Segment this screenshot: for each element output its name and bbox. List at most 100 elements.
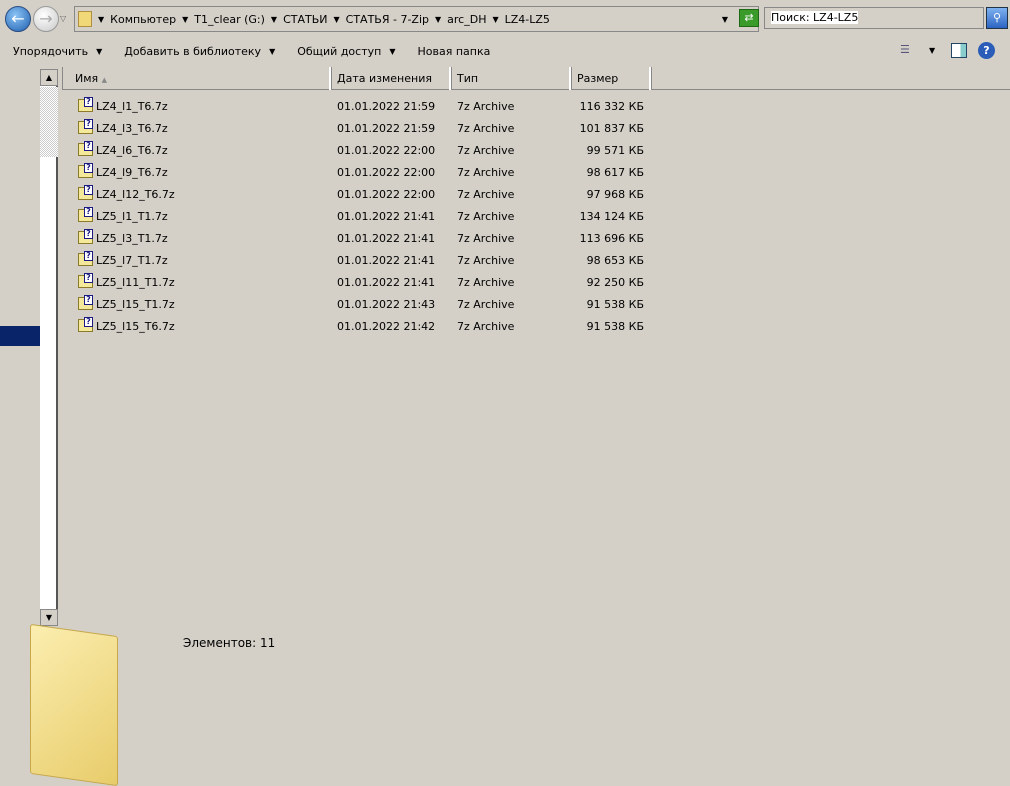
file-date: 01.01.2022 22:00 [337,144,436,157]
breadcrumb-stati[interactable]: СТАТЬИ [283,13,327,26]
address-bar[interactable]: ▼ Компьютер ▼ T1_clear (G:) ▼ СТАТЬИ ▼ СТАТЬ… [74,6,759,32]
file-row[interactable]: ? LZ5_l11_T1.7z 01.01.2022 21:41 7z Arch… [78,273,658,293]
file-name: LZ4_l3_T6.7z [96,122,168,135]
column-header-size[interactable]: Размер [571,67,651,90]
file-size: 99 571 КБ [586,144,644,157]
7z-archive-icon: ? [78,163,93,178]
file-name: LZ5_l15_T6.7z [96,320,175,333]
7z-archive-icon: ? [78,119,93,134]
file-row[interactable]: ? LZ5_l1_T1.7z 01.01.2022 21:41 7z Archi… [78,207,658,227]
file-row[interactable]: ? LZ4_l3_T6.7z 01.01.2022 21:59 7z Archi… [78,119,658,139]
file-date: 01.01.2022 21:42 [337,320,436,333]
file-type: 7z Archive [457,254,515,267]
file-type: 7z Archive [457,320,515,333]
file-name: LZ4_l1_T6.7z [96,100,168,113]
scrollbar-thumb[interactable] [40,87,58,157]
new-folder-label: Новая папка [417,44,491,58]
file-size: 98 617 КБ [586,166,644,179]
add-to-library-button[interactable]: Добавить в библиотеку ▼ [124,45,275,58]
breadcrumb-lz4-lz5[interactable]: LZ4-LZ5 [505,13,550,26]
file-size: 113 696 КБ [579,232,644,245]
folder-icon [78,11,92,27]
search-input[interactable]: Поиск: LZ4-LZ5 [764,7,984,29]
file-name: LZ5_l3_T1.7z [96,232,168,245]
7z-archive-icon: ? [78,273,93,288]
7z-archive-icon: ? [78,141,93,156]
file-row[interactable]: ? LZ4_l9_T6.7z 01.01.2022 22:00 7z Archi… [78,163,658,183]
file-size: 98 653 КБ [586,254,644,267]
folder-large-icon [30,623,118,786]
breadcrumb-statya[interactable]: СТАТЬЯ - 7-Zip [346,13,429,26]
organize-button[interactable]: Упорядочить ▼ [13,45,102,58]
7z-archive-icon: ? [78,229,93,244]
history-dropdown-icon[interactable]: ▽ [60,14,66,23]
forward-button[interactable]: → [33,6,59,32]
file-name: LZ5_l7_T1.7z [96,254,168,267]
back-button[interactable]: ← [5,6,31,32]
file-date: 01.01.2022 21:43 [337,298,436,311]
7z-archive-icon: ? [78,207,93,222]
file-row[interactable]: ? LZ4_l1_T6.7z 01.01.2022 21:59 7z Archi… [78,97,658,117]
sort-ascending-icon: ▲ [101,76,108,84]
column-header-filler [651,67,1010,90]
share-button[interactable]: Общий доступ ▼ [297,45,395,58]
new-folder-button[interactable]: Новая папка [417,45,490,58]
file-type: 7z Archive [457,166,515,179]
file-date: 01.01.2022 21:41 [337,232,436,245]
view-dropdown-icon[interactable]: ▼ [929,46,935,55]
file-size: 101 837 КБ [579,122,644,135]
file-type: 7z Archive [457,122,515,135]
search-icon[interactable]: ⚲ [986,7,1008,29]
file-date: 01.01.2022 21:41 [337,210,436,223]
help-icon[interactable]: ? [978,42,995,59]
file-row[interactable]: ? LZ4_l6_T6.7z 01.01.2022 22:00 7z Archi… [78,141,658,161]
breadcrumb-arc-dh[interactable]: arc_DH [447,13,486,26]
7z-archive-icon: ? [78,251,93,266]
file-row[interactable]: ? LZ4_l12_T6.7z 01.01.2022 22:00 7z Arch… [78,185,658,205]
7z-archive-icon: ? [78,185,93,200]
file-row[interactable]: ? LZ5_l15_T1.7z 01.01.2022 21:43 7z Arch… [78,295,658,315]
column-header-type[interactable]: Тип [451,67,571,90]
scroll-up-button[interactable]: ▲ [40,69,58,86]
7z-archive-icon: ? [78,97,93,112]
file-type: 7z Archive [457,298,515,311]
column-header-date[interactable]: Дата изменения [331,67,451,90]
organize-label: Упорядочить [13,44,89,58]
column-size-label: Размер [577,72,619,85]
file-row[interactable]: ? LZ5_l15_T6.7z 01.01.2022 21:42 7z Arch… [78,317,658,337]
file-date: 01.01.2022 22:00 [337,188,436,201]
file-name: LZ5_l11_T1.7z [96,276,175,289]
breadcrumb-drive[interactable]: T1_clear (G:) [194,13,265,26]
address-dropdown-icon[interactable]: ▼ [722,15,728,24]
file-date: 01.01.2022 22:00 [337,166,436,179]
add-to-library-label: Добавить в библиотеку [124,44,262,58]
file-size: 91 538 КБ [586,298,644,311]
file-type: 7z Archive [457,100,515,113]
file-name: LZ4_l12_T6.7z [96,188,175,201]
file-date: 01.01.2022 21:41 [337,254,436,267]
file-size: 134 124 КБ [579,210,644,223]
file-size: 116 332 КБ [579,100,644,113]
7z-archive-icon: ? [78,317,93,332]
search-value: Поиск: LZ4-LZ5 [771,11,859,24]
file-date: 01.01.2022 21:59 [337,100,436,113]
share-label: Общий доступ [297,44,382,58]
file-row[interactable]: ? LZ5_l7_T1.7z 01.01.2022 21:41 7z Archi… [78,251,658,271]
preview-pane-icon[interactable] [951,43,967,58]
file-row[interactable]: ? LZ5_l3_T1.7z 01.01.2022 21:41 7z Archi… [78,229,658,249]
file-name: LZ5_l15_T1.7z [96,298,175,311]
file-type: 7z Archive [457,276,515,289]
file-size: 91 538 КБ [586,320,644,333]
scroll-down-button[interactable]: ▼ [40,609,58,626]
file-type: 7z Archive [457,210,515,223]
nav-selected-item[interactable] [0,326,40,346]
file-type: 7z Archive [457,144,515,157]
view-options-icon[interactable]: ☰ [900,43,910,56]
file-type: 7z Archive [457,188,515,201]
7z-archive-icon: ? [78,295,93,310]
column-header-name[interactable]: Имя ▲ [62,67,331,90]
breadcrumb-computer[interactable]: Компьютер [110,13,176,26]
refresh-button[interactable]: ⇄ [739,9,759,27]
file-date: 01.01.2022 21:41 [337,276,436,289]
file-name: LZ4_l6_T6.7z [96,144,168,157]
